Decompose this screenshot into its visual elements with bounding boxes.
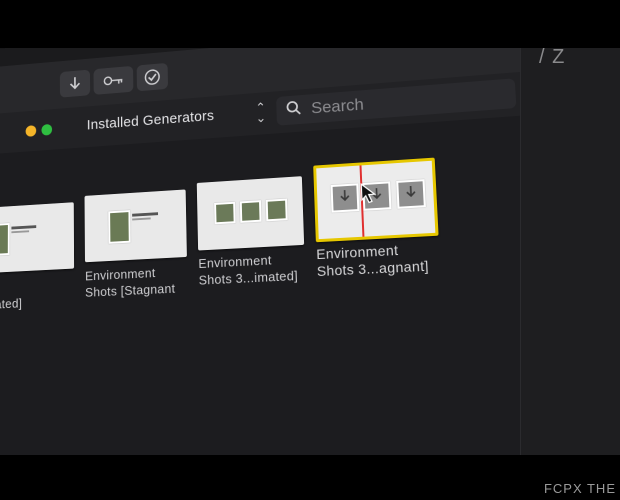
generator-tile-caption: nent nimated] [0,295,23,313]
download-icon [338,188,353,208]
generator-tile-caption-selected: Environment Shots 3...agnant] [316,241,430,280]
key-icon [103,74,123,87]
checkmark-circle-icon [144,68,161,86]
generators-menu-label: Installed Generators [86,107,215,134]
tile-title-graphic [132,212,160,221]
watermark: FCPX THE [543,481,616,496]
tile-thumbnail [265,198,288,222]
screen: Installed Generators ⌃⌄ ne [0,48,620,455]
generator-tile[interactable] [0,202,75,274]
generator-tile[interactable] [84,189,187,263]
mouse-cursor-icon [360,182,377,210]
zoom-button[interactable] [41,123,53,136]
tile-title-graphic [11,225,38,234]
viewer-panel: / Z [520,48,620,455]
analyze-button[interactable] [136,62,169,92]
generator-tile-selected[interactable] [313,157,439,243]
search-input[interactable] [308,83,504,120]
chevron-updown-icon: ⌃ ⌄ [255,99,267,126]
minimize-button[interactable] [25,125,37,137]
tile-thumbnail [108,210,131,244]
tile-thumbnail [214,201,236,225]
generator-tile[interactable] [196,176,305,251]
generator-tile-caption: Environment Shots 3...imated] [198,252,299,288]
download-icon [403,184,418,204]
import-button[interactable] [59,69,91,98]
stage: Installed Generators ⌃⌄ ne [0,0,620,500]
generator-tile-caption: Environment Shots [Stagnant [85,265,176,300]
keyword-button[interactable] [93,65,134,95]
tile-thumbnail [239,200,262,223]
viewer-timecode: / Z [539,48,566,68]
search-icon [286,99,302,120]
tile-thumbnail [0,223,10,257]
tile-thumbnail [396,179,426,209]
download-icon [69,76,81,92]
tile-thumbnail [330,183,360,213]
